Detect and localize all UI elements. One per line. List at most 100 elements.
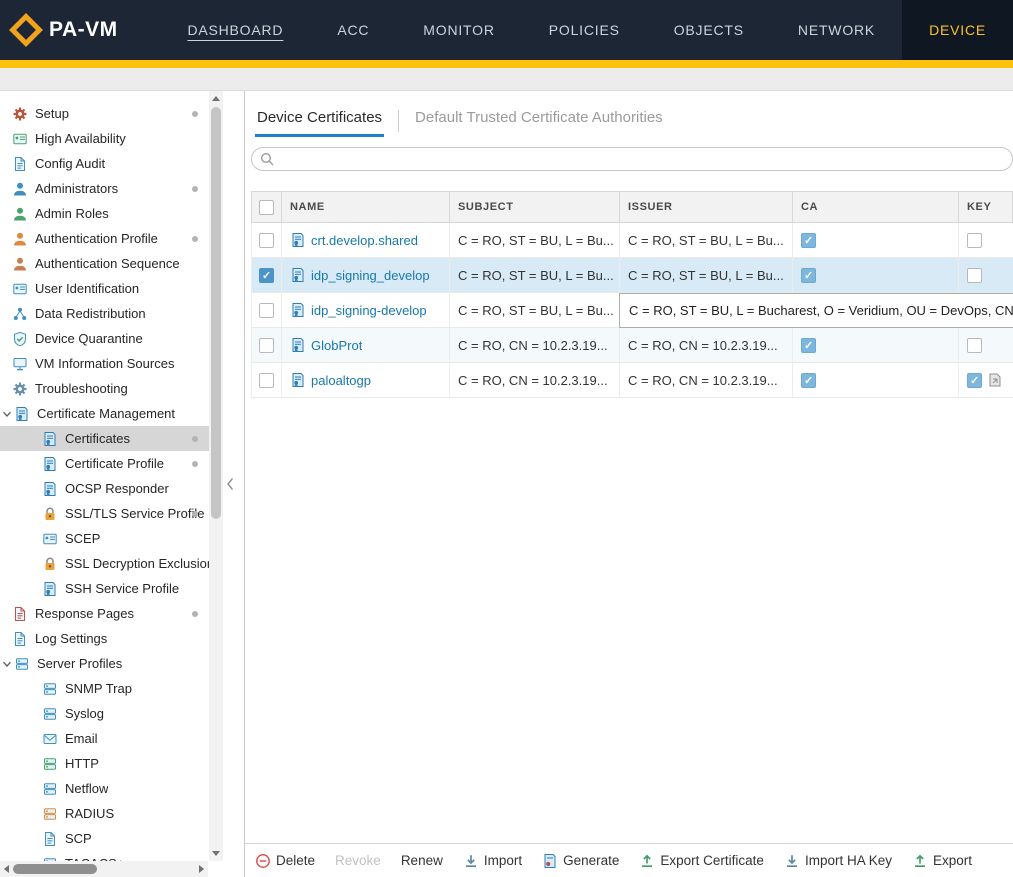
sidebar-item-label: Device Quarantine (35, 331, 143, 346)
sidebar-item-snmp-trap[interactable]: SNMP Trap (0, 676, 210, 701)
sidebar-item-user-identification[interactable]: User Identification (0, 276, 210, 301)
sidebar-item-label: HTTP (65, 756, 99, 771)
table-row[interactable]: GlobProtC = RO, CN = 10.2.3.19...C = RO,… (251, 328, 1013, 363)
row-select-checkbox[interactable] (259, 268, 274, 283)
sidebar-item-syslog[interactable]: Syslog (0, 701, 210, 726)
sidebar-item-high-availability[interactable]: High Availability (0, 126, 210, 151)
certificate-name-link[interactable]: paloaltogp (311, 373, 371, 388)
import-button[interactable]: Import (463, 853, 522, 869)
sidebar-item-data-redistribution[interactable]: Data Redistribution (0, 301, 210, 326)
sidebar-item-vm-information-sources[interactable]: VM Information Sources (0, 351, 210, 376)
content-area: SetupHigh AvailabilityConfig AuditAdmini… (0, 91, 1013, 877)
sidebar-item-authentication-profile[interactable]: Authentication Profile (0, 226, 210, 251)
column-header-ca[interactable]: CA (793, 192, 959, 222)
certificate-name-link[interactable]: idp_signing_develop (311, 268, 430, 283)
sidebar-item-config-audit[interactable]: Config Audit (0, 151, 210, 176)
nav-network[interactable]: NETWORK (771, 0, 902, 60)
table-header: NAMESUBJECTISSUERCAKEY (251, 191, 1013, 223)
sidebar-item-scp[interactable]: SCP (0, 826, 210, 851)
sidebar-item-administrators[interactable]: Administrators (0, 176, 210, 201)
sidebar-item-response-pages[interactable]: Response Pages (0, 601, 210, 626)
certificate-icon (290, 232, 306, 248)
nav-acc[interactable]: ACC (310, 0, 396, 60)
scroll-right-icon[interactable] (199, 865, 204, 873)
search-input[interactable] (251, 147, 1013, 171)
table-row[interactable]: crt.develop.shared C = RO, ST = BU, L = B… (251, 223, 1013, 258)
key-checkbox (967, 268, 982, 283)
certificate-name-link[interactable]: crt.develop.shared (311, 233, 418, 248)
status-dot (192, 436, 198, 442)
sidebar-item-ocsp-responder[interactable]: OCSP Responder (0, 476, 210, 501)
select-all-header-cell (252, 192, 282, 222)
certificate-name-link[interactable]: GlobProt (311, 338, 362, 353)
table-row[interactable]: idp_signing_developC = RO, ST = BU, L = … (251, 258, 1013, 293)
row-select-checkbox[interactable] (259, 303, 274, 318)
sidebar-item-log-settings[interactable]: Log Settings (0, 626, 210, 651)
sidebar-item-radius[interactable]: RADIUS (0, 801, 210, 826)
chevron-down-icon[interactable] (2, 659, 14, 669)
status-dot (192, 186, 198, 192)
sidebar-item-netflow[interactable]: Netflow (0, 776, 210, 801)
select-all-checkbox[interactable] (259, 200, 274, 215)
ha-key-icon (987, 372, 1003, 388)
sidebar-vertical-scrollbar[interactable] (209, 91, 223, 861)
row-select-checkbox[interactable] (259, 373, 274, 388)
sidebar-item-authentication-sequence[interactable]: Authentication Sequence (0, 251, 210, 276)
chevron-down-icon[interactable] (2, 409, 14, 419)
sidebar-item-certificates[interactable]: Certificates (0, 426, 210, 451)
sidebar-item-ssh-service-profile[interactable]: SSH Service Profile (0, 576, 210, 601)
scroll-down-icon[interactable] (212, 851, 220, 856)
generate-button[interactable]: Generate (542, 853, 619, 869)
tab-default-trusted-certificate-authorities[interactable]: Default Trusted Certificate Authorities (413, 109, 665, 137)
sidebar-item-ssl-tls-service-profile[interactable]: SSL/TLS Service Profile (0, 501, 210, 526)
sidebar-item-admin-roles[interactable]: Admin Roles (0, 201, 210, 226)
sidebar-item-certificate-profile[interactable]: Certificate Profile (0, 451, 210, 476)
column-header-subject[interactable]: SUBJECT (450, 192, 620, 222)
sidebar-item-label: Certificate Profile (65, 456, 164, 471)
row-select-checkbox[interactable] (259, 338, 274, 353)
horizontal-scroll-thumb[interactable] (13, 864, 97, 874)
sidebar-item-setup[interactable]: Setup (0, 101, 210, 126)
tab-device-certificates[interactable]: Device Certificates (255, 109, 384, 137)
sidebar-item-ssl-decryption-exclusion[interactable]: SSL Decryption Exclusion (0, 551, 210, 576)
sidebar-item-scep[interactable]: SCEP (0, 526, 210, 551)
ca-cell (793, 258, 959, 292)
column-header-name[interactable]: NAME (282, 192, 450, 222)
accent-bar (0, 60, 1013, 68)
sidebar-item-troubleshooting[interactable]: Troubleshooting (0, 376, 210, 401)
column-header-issuer[interactable]: ISSUER (620, 192, 793, 222)
sidebar-item-certificate-management[interactable]: Certificate Management (0, 401, 210, 426)
sidebar-item-server-profiles[interactable]: Server Profiles (0, 651, 210, 676)
sidebar-item-tacacs[interactable]: TACACS+ (0, 851, 210, 861)
scroll-up-icon[interactable] (212, 96, 220, 101)
empty-space (245, 398, 1013, 843)
export-button[interactable]: Export (912, 853, 972, 869)
nav-objects[interactable]: OBJECTS (647, 0, 771, 60)
nav-policies[interactable]: POLICIES (522, 0, 647, 60)
sidebar-item-label: RADIUS (65, 806, 114, 821)
renew-button[interactable]: Renew (401, 853, 443, 868)
sidebar-horizontal-scrollbar[interactable] (0, 861, 208, 877)
vertical-scroll-thumb[interactable] (211, 107, 221, 519)
key-checkbox (967, 338, 982, 353)
user-identification-icon (12, 281, 28, 297)
sidebar-item-label: Server Profiles (37, 656, 122, 671)
sidebar-item-email[interactable]: Email (0, 726, 210, 751)
main-nav: DASHBOARDACCMONITORPOLICIESOBJECTSNETWOR… (160, 0, 1013, 60)
nav-device[interactable]: DEVICE (902, 0, 1013, 60)
export-certificate-button[interactable]: Export Certificate (639, 853, 764, 869)
row-select-checkbox[interactable] (259, 233, 274, 248)
sidebar-item-device-quarantine[interactable]: Device Quarantine (0, 326, 210, 351)
sidebar-item-http[interactable]: HTTP (0, 751, 210, 776)
subject-cell: C = RO, ST = BU, L = Bu... (450, 223, 620, 257)
scroll-left-icon[interactable] (4, 865, 9, 873)
export-icon (639, 853, 655, 869)
table-row[interactable]: paloaltogpC = RO, CN = 10.2.3.19...C = R… (251, 363, 1013, 398)
certificate-name-link[interactable]: idp_signing-develop (311, 303, 427, 318)
column-header-key[interactable]: KEY (959, 192, 1013, 222)
nav-dashboard[interactable]: DASHBOARD (160, 0, 310, 60)
import-ha-key-button[interactable]: Import HA Key (784, 853, 892, 869)
delete-button[interactable]: Delete (255, 853, 315, 869)
sidebar-collapse-handle[interactable] (225, 474, 235, 494)
nav-monitor[interactable]: MONITOR (396, 0, 521, 60)
